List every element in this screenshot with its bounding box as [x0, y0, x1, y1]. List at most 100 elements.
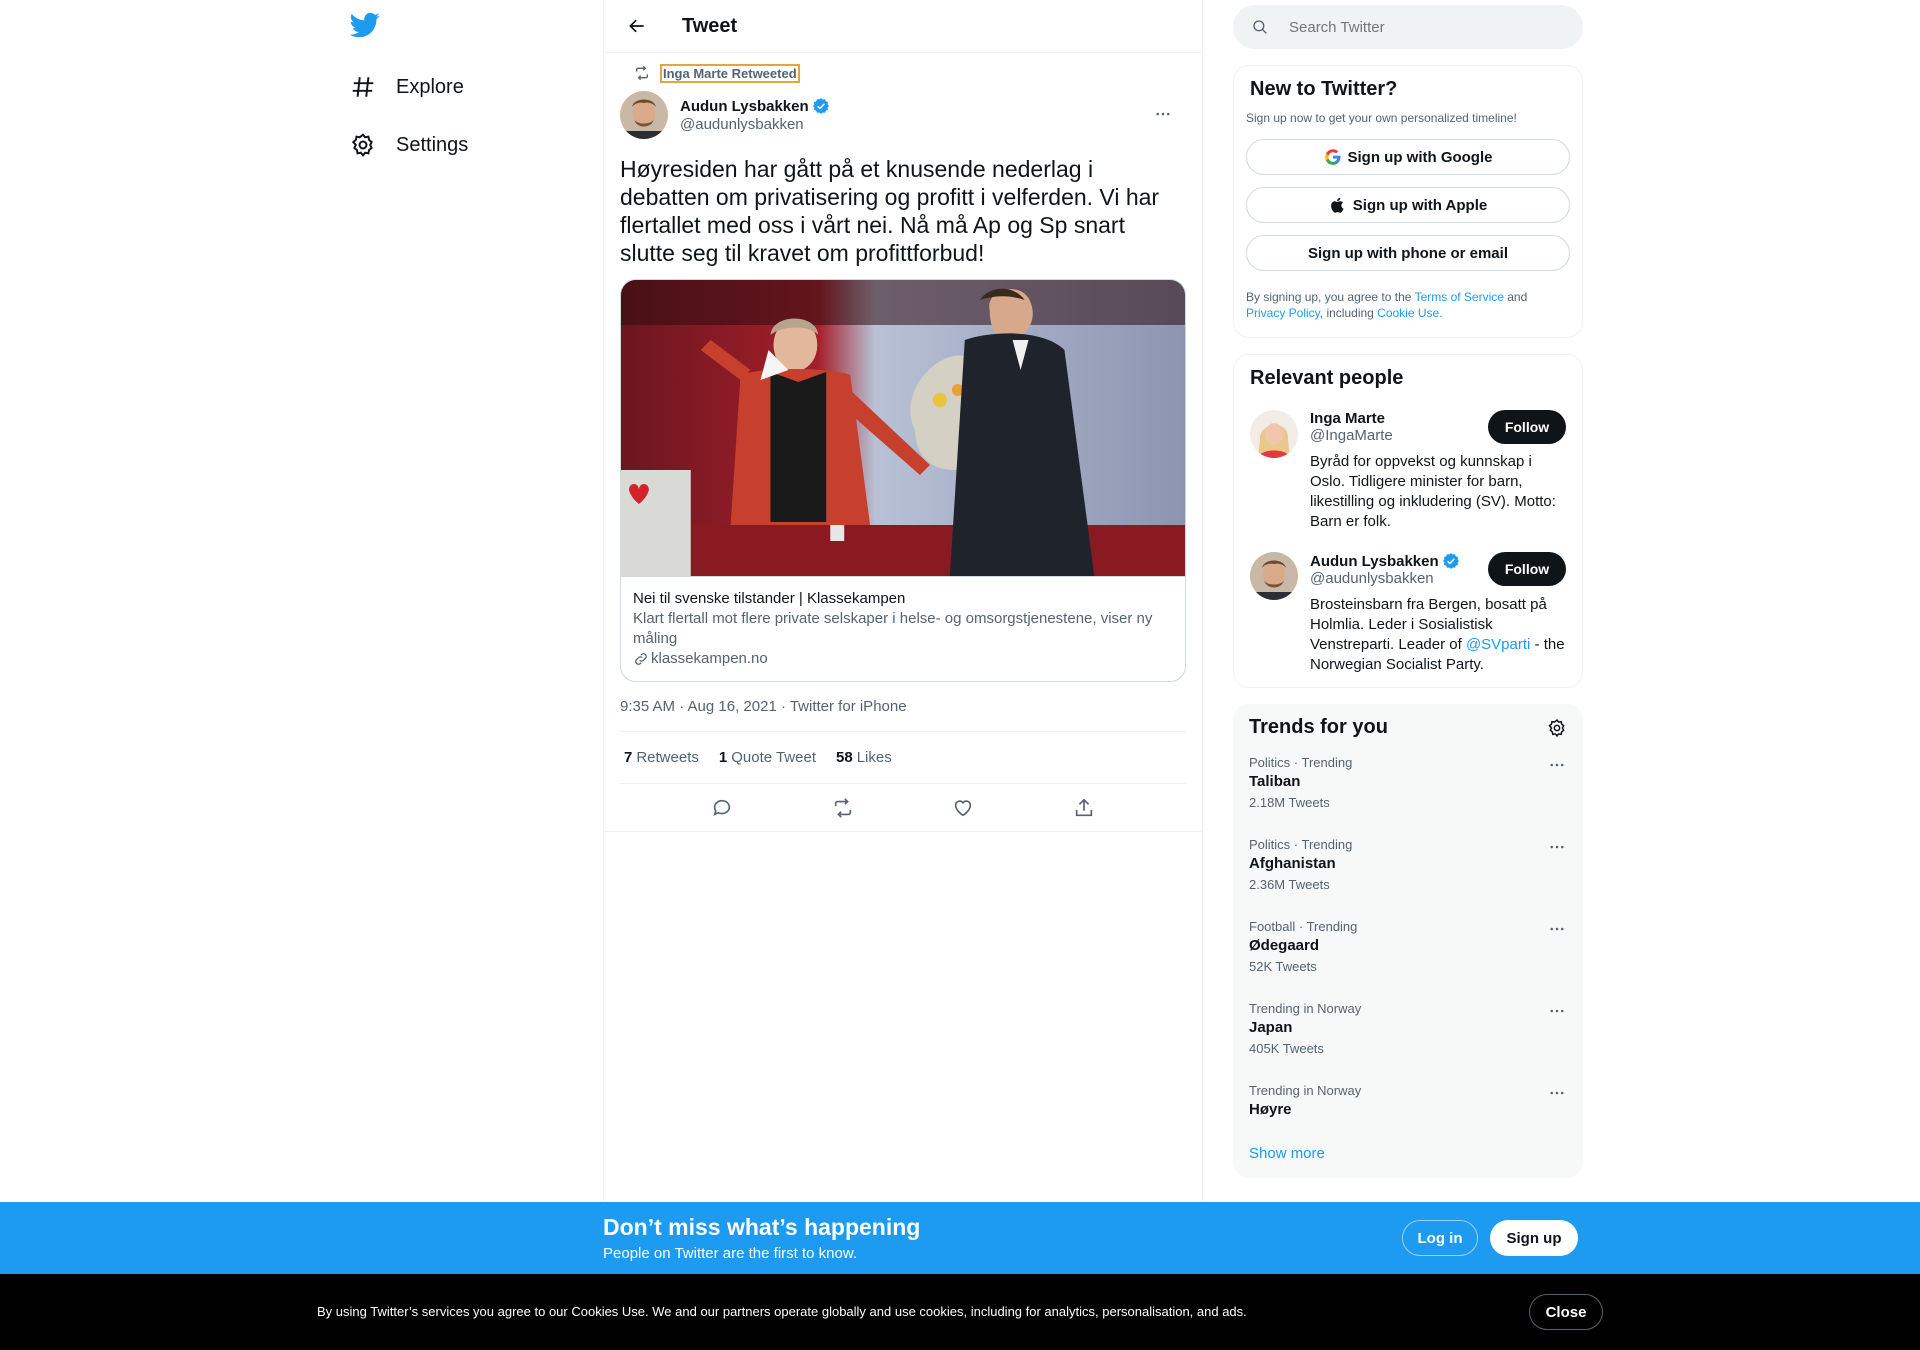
retweet-context: Inga Marte Retweeted: [620, 63, 1186, 83]
avatar[interactable]: [620, 91, 668, 139]
person-bio: Byråd for oppvekst og kunnskap i Oslo. T…: [1310, 453, 1556, 530]
trend-context: Football · Trending: [1249, 919, 1358, 934]
new-to-twitter-subtitle: Sign up now to get your own personalized…: [1246, 111, 1517, 125]
card-domain: klassekampen.no: [633, 649, 1173, 669]
nav-item-label: Settings: [396, 133, 469, 156]
main-column: Tweet Inga Marte Retweeted Audun Lysbakk…: [603, 0, 1203, 1350]
trend-count: 2.18M Tweets: [1249, 795, 1330, 810]
trend-item[interactable]: Trending in Norway Høyre: [1233, 1071, 1583, 1135]
share-icon[interactable]: [1073, 797, 1095, 819]
retweets-stat[interactable]: 7 Retweets: [624, 749, 699, 766]
tweet-actions: [604, 784, 1202, 832]
tweet-timestamp[interactable]: 9:35 AM · Aug 16, 2021 · Twitter for iPh…: [620, 698, 1186, 732]
signup-button[interactable]: Sign up: [1490, 1220, 1578, 1256]
quotes-count: 1: [718, 749, 728, 766]
more-icon: [1550, 763, 1564, 767]
trend-more-button[interactable]: [1545, 1081, 1569, 1105]
reply-icon[interactable]: [711, 797, 733, 819]
trend-name: Japan: [1249, 1019, 1293, 1036]
avatar[interactable]: [1250, 552, 1298, 600]
author-handle[interactable]: @audunlysbakken: [680, 116, 830, 133]
verified-badge-icon: [1442, 553, 1459, 569]
card-title: Nei til svenske tilstander | Klassekampe…: [633, 590, 906, 607]
nav-item-label: Explore: [396, 75, 464, 98]
trend-more-button[interactable]: [1545, 917, 1569, 941]
page-title: Tweet: [682, 14, 738, 37]
retweets-label: Retweets: [636, 749, 699, 766]
more-icon: [1156, 112, 1170, 116]
more-options-button[interactable]: [1146, 97, 1180, 131]
banner-title: Don’t miss what’s happening: [603, 1214, 921, 1240]
show-more-link[interactable]: Show more: [1233, 1135, 1583, 1178]
login-button[interactable]: Log in: [1402, 1220, 1478, 1256]
verified-badge-icon: [812, 98, 829, 114]
card-image: [621, 280, 1185, 576]
card-meta: Nei til svenske tilstander | Klassekampe…: [621, 576, 1185, 681]
person-item[interactable]: Inga Marte @IngaMarte Byråd for oppvekst…: [1250, 410, 1566, 532]
trend-item[interactable]: Politics · Trending Taliban 2.18M Tweets: [1233, 743, 1583, 825]
trend-name: Afghanistan: [1249, 855, 1336, 872]
search-input[interactable]: [1289, 18, 1529, 36]
person-bio: Brosteinsbarn fra Bergen, bosatt på Holm…: [1310, 595, 1565, 675]
trend-item[interactable]: Football · Trending Ødegaard 52K Tweets: [1233, 907, 1583, 989]
card-domain-text: klassekampen.no: [651, 650, 768, 667]
retweets-count: 7: [624, 749, 633, 766]
person-name[interactable]: Inga Marte: [1310, 410, 1385, 427]
tweet-author: Audun Lysbakken @audunlysbakken: [620, 91, 1186, 139]
banner-subtitle: People on Twitter are the first to know.: [603, 1245, 858, 1262]
nav-item-settings[interactable]: Settings: [350, 121, 468, 169]
signup-phone-label: Sign up with phone or email: [1307, 244, 1508, 262]
relevant-people-title: Relevant people: [1250, 367, 1404, 389]
link-icon: [635, 653, 647, 665]
person-item[interactable]: Audun Lysbakken @audunlysbakken Brostein…: [1250, 552, 1566, 675]
follow-button[interactable]: Follow: [1488, 552, 1566, 586]
likes-stat[interactable]: 58 Likes: [836, 749, 892, 766]
svparti-link[interactable]: @SVparti: [1466, 636, 1530, 653]
trend-more-button[interactable]: [1545, 999, 1569, 1023]
trend-item[interactable]: Politics · Trending Afghanistan 2.36M Tw…: [1233, 825, 1583, 907]
trend-name: Taliban: [1249, 773, 1301, 790]
close-button[interactable]: Close: [1529, 1294, 1603, 1330]
signup-apple-label: Sign up with Apple: [1352, 196, 1488, 214]
search-icon: [1253, 20, 1267, 34]
like-icon[interactable]: [952, 797, 974, 819]
trend-context: Politics · Trending: [1249, 837, 1353, 852]
follow-button[interactable]: Follow: [1488, 410, 1566, 444]
back-button[interactable]: [620, 9, 654, 43]
link-card[interactable]: Nei til svenske tilstander | Klassekampe…: [620, 279, 1186, 682]
hashtag-icon: [352, 77, 374, 97]
tweet: Inga Marte Retweeted Audun Lysbakken @au…: [604, 63, 1202, 832]
cookie-link[interactable]: Cookie Use.: [1377, 306, 1442, 320]
signup-phone-button[interactable]: Sign up with phone or email: [1246, 235, 1570, 271]
arrow-left-icon: [629, 19, 644, 33]
trend-more-button[interactable]: [1545, 835, 1569, 859]
likes-label: Likes: [856, 749, 892, 766]
trend-item[interactable]: Trending in Norway Japan 405K Tweets: [1233, 989, 1583, 1071]
signup-banner: Don’t miss what’s happening People on Tw…: [0, 1202, 1920, 1274]
author-name[interactable]: Audun Lysbakken: [680, 98, 809, 115]
gear-icon: [351, 133, 373, 157]
legal-text-part: , including: [1319, 306, 1378, 320]
trend-count: 52K Tweets: [1249, 959, 1317, 974]
privacy-link[interactable]: Privacy Policy: [1246, 306, 1320, 320]
gear-icon[interactable]: [1547, 718, 1567, 738]
quotes-stat[interactable]: 1 Quote Tweet: [719, 749, 816, 766]
signup-apple-button[interactable]: Sign up with Apple: [1246, 187, 1570, 223]
more-icon: [1550, 927, 1564, 931]
person-name[interactable]: Audun Lysbakken: [1310, 553, 1439, 570]
new-to-twitter-panel: New to Twitter? Sign up now to get your …: [1233, 65, 1583, 338]
terms-link[interactable]: Terms of Service: [1415, 290, 1504, 304]
avatar[interactable]: [1250, 410, 1298, 458]
retweeted-by-link[interactable]: Inga Marte Retweeted: [660, 63, 800, 83]
trend-more-button[interactable]: [1545, 753, 1569, 777]
signup-google-button[interactable]: Sign up with Google: [1246, 139, 1570, 175]
nav-item-explore[interactable]: Explore: [350, 63, 464, 111]
retweet-icon[interactable]: [832, 797, 854, 819]
search-box[interactable]: [1233, 5, 1583, 49]
trend-count: 405K Tweets: [1249, 1041, 1324, 1056]
quotes-label: Quote Tweet: [731, 749, 816, 766]
trend-name: Høyre: [1249, 1101, 1292, 1118]
twitter-logo-icon[interactable]: [350, 10, 386, 46]
retweet-icon: [636, 65, 648, 81]
relevant-people-panel: Relevant people Inga Marte @IngaMarte By…: [1233, 354, 1583, 688]
